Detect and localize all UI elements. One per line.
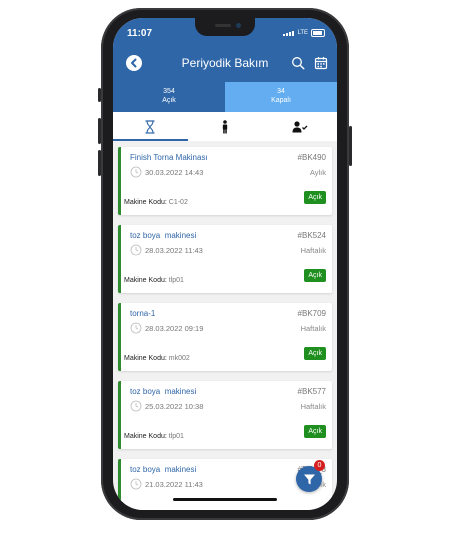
card-date: 28.03.2022 11:43 — [145, 245, 203, 255]
card-period: Aylık — [309, 168, 326, 177]
card-code: #BK524 — [297, 231, 326, 240]
card-title: toz boya makinesi — [130, 465, 197, 474]
status-indicators: LTE — [283, 29, 325, 37]
tab-open-label: Açık — [162, 97, 176, 104]
status-badge: Açık — [304, 425, 326, 438]
search-icon[interactable] — [291, 56, 305, 70]
tab-person[interactable] — [188, 112, 263, 141]
card-date-row: 21.03.2022 11:43 — [130, 478, 203, 490]
clock-icon — [130, 244, 142, 256]
filter-icon-tabs — [113, 112, 337, 141]
tab-open[interactable]: 354 Açık — [113, 82, 225, 112]
machine-code-label: Makine Kodu: — [124, 433, 167, 440]
card-machine: Makine Kodu: tlp01 — [124, 433, 184, 440]
card-title: toz boya makinesi — [130, 387, 197, 396]
phone-side-button — [98, 150, 101, 176]
signal-icon — [283, 30, 295, 36]
card-date-row: 30.03.2022 14:43 — [130, 166, 203, 178]
clock-icon — [130, 400, 142, 412]
calendar-icon[interactable] — [314, 56, 328, 70]
card-machine: Makine Kodu: mk002 — [124, 355, 190, 362]
home-indicator — [173, 498, 277, 501]
card-title: Finish Torna Makinası — [130, 153, 208, 162]
hourglass-icon — [145, 119, 155, 134]
machine-code: tlp01 — [168, 433, 184, 440]
phone-notch — [195, 18, 255, 36]
machine-code-label: Makine Kodu: — [124, 199, 167, 206]
status-badge: Açık — [304, 191, 326, 204]
card-code: #BK577 — [297, 387, 326, 396]
machine-code: mk002 — [168, 355, 190, 362]
network-label: LTE — [297, 30, 308, 36]
person-check-icon — [292, 120, 308, 132]
maintenance-card[interactable]: torna-1 #BK709 28.03.2022 09:19 Haftalık… — [118, 303, 332, 371]
tab-closed-label: Kapalı — [271, 97, 291, 104]
filter-count-badge: 0 — [314, 460, 325, 471]
machine-code-label: Makine Kodu: — [124, 355, 167, 362]
card-date-row: 28.03.2022 11:43 — [130, 244, 203, 256]
maintenance-card[interactable]: Finish Torna Makinası #BK490 30.03.2022 … — [118, 147, 332, 215]
card-title: torna-1 — [130, 309, 156, 318]
app-screen: 11:07 LTE Periyodik Bakım 354 Açık 34 Ka… — [113, 18, 337, 510]
machine-code-label: Makine Kodu: — [124, 277, 167, 284]
card-code: #BK490 — [297, 153, 326, 162]
phone-side-button — [349, 126, 352, 166]
clock-icon — [130, 478, 142, 490]
tab-assigned[interactable] — [262, 112, 337, 141]
filter-icon — [303, 474, 315, 484]
card-period: Haftalık — [300, 324, 326, 333]
card-title: toz boya makinesi — [130, 231, 197, 240]
card-date: 28.03.2022 09:19 — [145, 323, 204, 333]
tab-closed[interactable]: 34 Kapalı — [225, 82, 337, 112]
card-period: Haftalık — [300, 402, 326, 411]
machine-code: C1-02 — [168, 199, 188, 206]
tab-pending[interactable] — [113, 112, 188, 141]
status-badge: Açık — [304, 269, 326, 282]
card-period: Haftalık — [300, 246, 326, 255]
battery-icon — [311, 29, 325, 37]
maintenance-card[interactable]: toz boya makinesi #BK524 28.03.2022 11:4… — [118, 225, 332, 293]
card-date: 25.03.2022 10:38 — [145, 401, 204, 411]
card-date: 21.03.2022 11:43 — [145, 479, 203, 489]
person-icon — [222, 119, 228, 133]
status-time: 11:07 — [127, 28, 153, 39]
card-date-row: 28.03.2022 09:19 — [130, 322, 203, 334]
phone-side-button — [98, 88, 101, 102]
card-machine: Makine Kodu: tlp01 — [124, 277, 184, 284]
clock-icon — [130, 166, 142, 178]
card-date: 30.03.2022 14:43 — [145, 167, 204, 177]
card-code: #BK709 — [297, 309, 326, 318]
machine-code: tlp01 — [168, 277, 184, 284]
maintenance-card[interactable]: toz boya makinesi #BK577 25.03.2022 10:3… — [118, 381, 332, 449]
phone-side-button — [98, 118, 101, 144]
maintenance-list: Finish Torna Makinası #BK490 30.03.2022 … — [113, 141, 337, 510]
tab-closed-count: 34 — [277, 88, 285, 95]
clock-icon — [130, 322, 142, 334]
card-machine: Makine Kodu: C1-02 — [124, 199, 188, 206]
card-date-row: 25.03.2022 10:38 — [130, 400, 203, 412]
tab-open-count: 354 — [163, 88, 175, 95]
status-tabs: 354 Açık 34 Kapalı — [113, 82, 337, 112]
status-badge: Açık — [304, 347, 326, 360]
